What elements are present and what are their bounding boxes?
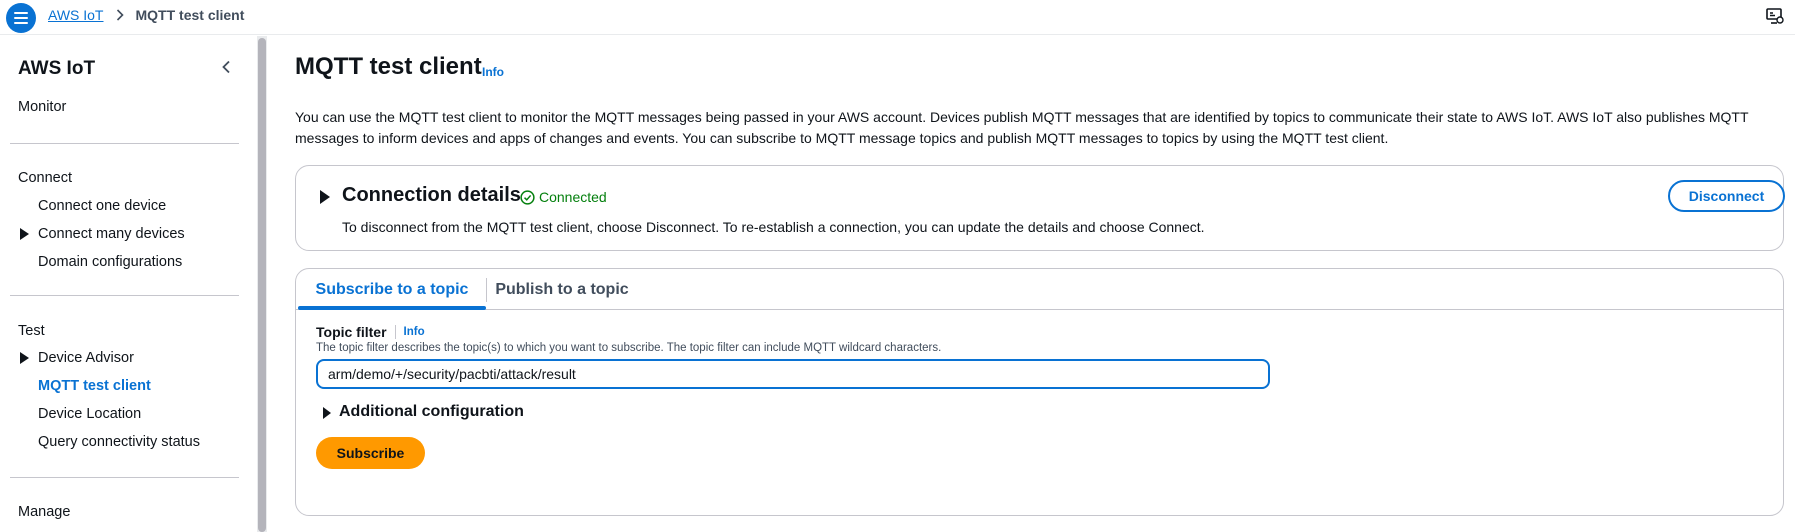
connection-details-title[interactable]: Connection details — [342, 184, 521, 207]
tab-publish-to-a-topic[interactable]: Publish to a topic — [487, 269, 637, 310]
sidebar-item-connect-one-device[interactable]: Connect one device — [38, 198, 166, 214]
subscribe-button[interactable]: Subscribe — [316, 437, 425, 469]
sidebar-item-monitor[interactable]: Monitor — [18, 99, 66, 115]
check-circle-icon — [520, 189, 535, 205]
additional-configuration-toggle[interactable]: Additional configuration — [339, 403, 524, 421]
expand-caret-icon[interactable] — [323, 407, 331, 419]
side-navigation: AWS IoT Monitor Connect Connect one devi… — [0, 36, 260, 532]
breadcrumb: AWS IoT MQTT test client — [48, 7, 244, 23]
sidebar-item-mqtt-test-client[interactable]: MQTT test client — [38, 378, 151, 394]
expand-caret-icon[interactable] — [320, 190, 330, 204]
chevron-left-icon[interactable] — [216, 57, 236, 77]
expand-caret-icon[interactable] — [20, 352, 29, 364]
sidebar-item-connect-many-devices[interactable]: Connect many devices — [38, 226, 185, 242]
topic-filter-description: The topic filter describes the topic(s) … — [316, 342, 942, 354]
sidebar-item-device-location[interactable]: Device Location — [38, 406, 141, 422]
disconnect-button[interactable]: Disconnect — [1668, 180, 1785, 212]
active-tab-indicator — [298, 306, 486, 310]
topic-filter-label: Topic filter Info — [316, 324, 425, 340]
tab-strip: Subscribe to a topic Publish to a topic — [296, 269, 1783, 310]
topic-filter-input[interactable] — [316, 359, 1270, 389]
sidebar-divider — [10, 295, 239, 296]
sidebar-section-manage: Manage — [18, 504, 71, 520]
info-link[interactable]: Info — [482, 65, 504, 79]
sidebar-item-device-advisor[interactable]: Device Advisor — [38, 350, 134, 366]
label-divider — [394, 325, 396, 339]
sidebar-section-test: Test — [18, 323, 45, 339]
connection-details-panel: Connection details Connected To disconne… — [295, 165, 1785, 251]
page-title: MQTT test client — [295, 53, 482, 80]
topic-tabs-panel: Subscribe to a topic Publish to a topic … — [295, 268, 1784, 516]
expand-caret-icon[interactable] — [20, 228, 29, 240]
sidebar-divider — [10, 477, 239, 478]
main-content: MQTT test client Info You can use the MQ… — [271, 36, 1795, 532]
info-link[interactable]: Info — [404, 326, 425, 338]
sidebar-title: AWS IoT — [18, 58, 96, 79]
hamburger-menu-icon[interactable] — [6, 3, 36, 33]
tab-subscribe-to-a-topic[interactable]: Subscribe to a topic — [298, 269, 486, 310]
status-text: Connected — [539, 189, 607, 205]
chevron-right-icon — [116, 9, 124, 21]
scrollbar-thumb[interactable] — [258, 38, 266, 532]
sidebar-scrollbar[interactable] — [257, 36, 267, 532]
connection-description: To disconnect from the MQTT test client,… — [342, 219, 1205, 235]
breadcrumb-link-aws-iot[interactable]: AWS IoT — [48, 7, 104, 23]
sidebar-section-connect: Connect — [18, 170, 73, 186]
sidebar-item-query-connectivity-status[interactable]: Query connectivity status — [38, 434, 200, 450]
page-description: You can use the MQTT test client to moni… — [295, 109, 1749, 146]
top-navigation-bar: AWS IoT MQTT test client — [0, 0, 1795, 35]
topic-filter-label-text: Topic filter — [316, 324, 387, 340]
sidebar-item-domain-configurations[interactable]: Domain configurations — [38, 254, 182, 270]
status-badge: Connected — [520, 189, 607, 205]
sidebar-divider — [10, 143, 239, 144]
breadcrumb-current: MQTT test client — [135, 7, 245, 23]
screen-settings-icon[interactable] — [1765, 6, 1785, 26]
